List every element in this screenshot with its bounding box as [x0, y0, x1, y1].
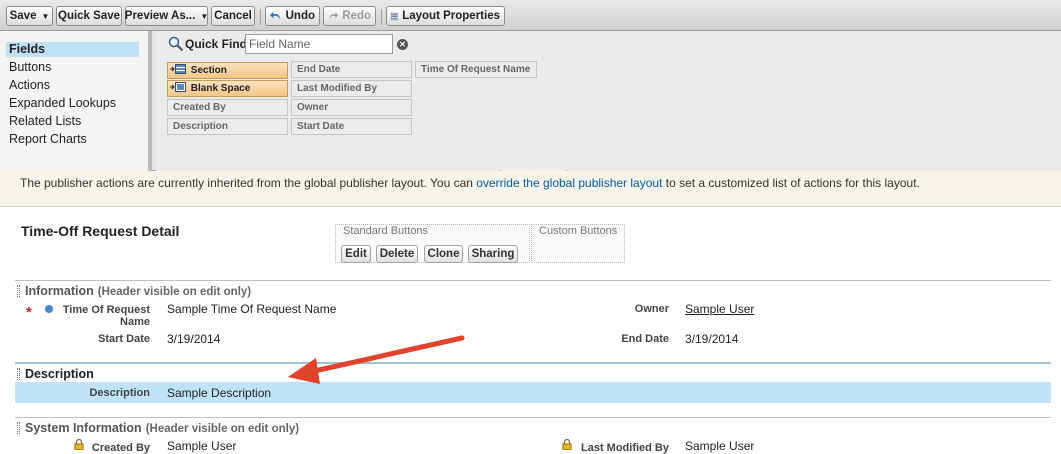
drag-handle-icon[interactable]: [17, 368, 20, 380]
palette-item-last-modified-by[interactable]: Last Modified By: [291, 80, 412, 97]
delete-button[interactable]: Delete: [376, 245, 418, 263]
toolbar-divider: [381, 9, 382, 25]
palette-item-section[interactable]: Section: [167, 62, 288, 79]
save-button[interactable]: Save ▼: [6, 6, 53, 26]
layout-properties-label: Layout Properties: [402, 10, 500, 22]
toolbar-divider: [260, 9, 261, 25]
time-of-request-name-label: Time Of Request Name: [62, 304, 150, 328]
undo-label: Undo: [285, 10, 315, 22]
notice-text: The publisher actions are currently inhe…: [20, 176, 920, 190]
palette-field-panel: Quick Find ✕ Section Blank Space Created…: [156, 31, 1061, 171]
standard-buttons-group: Standard Buttons Edit Delete Clone Shari…: [335, 224, 530, 263]
created-by-label: Created By: [91, 442, 150, 454]
palette-item-label: Blank Space: [190, 83, 251, 94]
preview-as-button[interactable]: Preview As... ▼: [125, 6, 208, 26]
standard-buttons-label: Standard Buttons: [343, 225, 429, 237]
section-hint: (Header visible on edit only): [97, 286, 252, 298]
field-indicator-icon: [45, 305, 53, 313]
section-header-description[interactable]: Description: [15, 362, 1051, 382]
sharing-button[interactable]: Sharing: [468, 245, 518, 263]
custom-buttons-group: Custom Buttons: [531, 224, 625, 263]
search-icon: [168, 36, 184, 52]
override-publisher-layout-link[interactable]: override the global publisher layout: [476, 176, 662, 190]
category-related-lists[interactable]: Related Lists: [6, 114, 139, 129]
section-title: Information: [25, 284, 94, 298]
section-header-information[interactable]: Information (Header visible on edit only): [15, 280, 1051, 300]
start-date-label: Start Date: [98, 333, 150, 345]
redo-button[interactable]: Redo: [323, 6, 376, 26]
palette-category-list: Fields Buttons Actions Expanded Lookups …: [0, 31, 152, 171]
section-icon: [170, 64, 186, 74]
detail-title: Time-Off Request Detail: [21, 223, 180, 239]
redo-label: Redo: [342, 10, 371, 22]
category-fields[interactable]: Fields: [6, 42, 139, 57]
quick-save-button[interactable]: Quick Save: [56, 6, 122, 26]
notice-text-before: The publisher actions are currently inhe…: [20, 176, 477, 190]
start-date-value[interactable]: 3/19/2014: [167, 332, 220, 346]
end-date-label: End Date: [621, 333, 669, 345]
chevron-down-icon[interactable]: ▼: [41, 12, 49, 21]
end-date-value[interactable]: 3/19/2014: [685, 332, 738, 346]
owner-value[interactable]: Sample User: [685, 302, 754, 316]
clear-search-icon[interactable]: ✕: [397, 39, 408, 50]
palette-item-created-by[interactable]: Created By: [167, 99, 288, 116]
layout-editor-toolbar: Save ▼ Quick Save Preview As... ▼ Cancel…: [0, 0, 1061, 31]
undo-button[interactable]: Undo: [265, 6, 320, 26]
owner-label: Owner: [634, 303, 669, 315]
quick-find-input[interactable]: [245, 34, 393, 54]
redo-icon: [329, 12, 339, 19]
save-button-label: Save: [9, 10, 37, 22]
drag-handle-icon[interactable]: [17, 285, 20, 297]
page-layout-canvas: Time-Off Request Detail Standard Buttons…: [0, 208, 1061, 454]
palette-item-owner[interactable]: Owner: [291, 99, 412, 116]
category-buttons[interactable]: Buttons: [6, 60, 139, 75]
annotation-arrow-icon: [288, 335, 465, 384]
palette-item-end-date[interactable]: End Date: [291, 61, 412, 78]
category-expanded-lookups[interactable]: Expanded Lookups: [6, 96, 139, 111]
notice-text-after: to set a customized list of actions for …: [662, 176, 920, 190]
preview-as-label: Preview As...: [124, 10, 196, 22]
section-header-system-information[interactable]: System Information (Header visible on edi…: [15, 417, 1051, 437]
category-actions[interactable]: Actions: [6, 78, 139, 93]
layout-properties-button[interactable]: Layout Properties: [386, 6, 505, 26]
palette-item-description[interactable]: Description: [167, 118, 288, 135]
cancel-label: Cancel: [214, 10, 252, 22]
time-of-request-name-value[interactable]: Sample Time Of Request Name: [167, 302, 336, 316]
description-value[interactable]: Sample Description: [167, 386, 271, 400]
quick-find-label: Quick Find: [185, 37, 248, 51]
undo-icon: [270, 11, 280, 20]
chevron-down-icon: ▼: [200, 11, 209, 21]
publisher-actions-notice: The publisher actions are currently inhe…: [0, 171, 1061, 207]
palette-item-blank-space[interactable]: Blank Space: [167, 80, 288, 97]
clone-button[interactable]: Clone: [424, 245, 463, 263]
custom-buttons-label: Custom Buttons: [539, 225, 618, 237]
drag-handle-icon[interactable]: [17, 422, 20, 434]
section-title: System Information: [25, 421, 142, 435]
required-field-icon: *: [26, 304, 32, 321]
section-title: Description: [25, 367, 94, 381]
description-label: Description: [89, 387, 150, 399]
blank-space-icon: [170, 82, 186, 92]
section-hint: (Header visible on edit only): [145, 423, 300, 435]
palette-item-start-date[interactable]: Start Date: [291, 118, 412, 135]
last-modified-by-label: Last Modified By: [580, 442, 669, 454]
category-report-charts[interactable]: Report Charts: [6, 132, 139, 147]
cancel-button[interactable]: Cancel: [211, 6, 255, 26]
palette-item-label: Section: [190, 65, 227, 76]
layout-properties-icon: [391, 12, 399, 20]
palette-item-time-of-request-name[interactable]: Time Of Request Name: [415, 61, 537, 78]
edit-button[interactable]: Edit: [341, 245, 371, 263]
quick-save-label: Quick Save: [58, 10, 121, 22]
palette: Fields Buttons Actions Expanded Lookups …: [0, 31, 1061, 171]
